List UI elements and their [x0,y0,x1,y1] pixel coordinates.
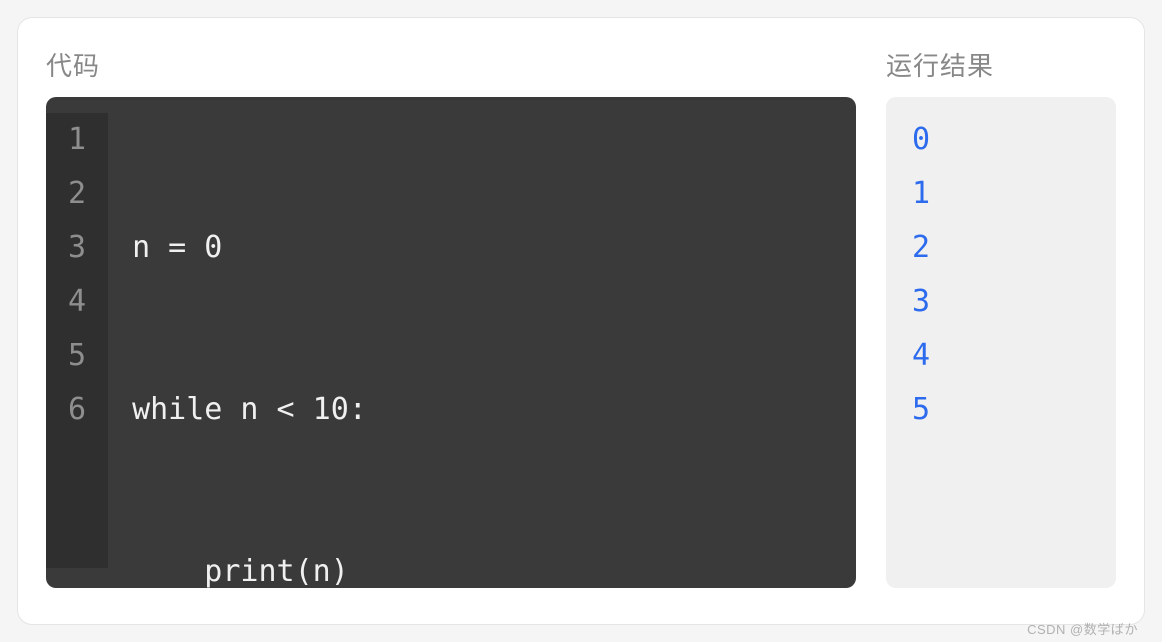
result-section: 运行结果 0 1 2 3 4 5 [886,46,1116,588]
line-number: 4 [68,275,86,329]
result-line: 5 [912,383,1090,437]
result-label: 运行结果 [886,46,1116,83]
code-line: print(n) [132,545,385,588]
result-line: 1 [912,167,1090,221]
card: 代码 1 2 3 4 5 6 n = 0 while n < 10: print… [18,18,1144,624]
line-number: 5 [68,329,86,383]
line-number: 2 [68,167,86,221]
code-section: 代码 1 2 3 4 5 6 n = 0 while n < 10: print… [46,46,856,588]
code-block: 1 2 3 4 5 6 n = 0 while n < 10: print(n)… [46,97,856,588]
result-block: 0 1 2 3 4 5 [886,97,1116,588]
line-number: 3 [68,221,86,275]
line-number-gutter: 1 2 3 4 5 6 [46,113,108,568]
result-line: 3 [912,275,1090,329]
line-number: 6 [68,383,86,437]
code-line: n = 0 [132,221,385,275]
code-label: 代码 [46,46,856,83]
watermark: CSDN @数学ばか [1027,619,1138,638]
line-number: 1 [68,113,86,167]
result-line: 2 [912,221,1090,275]
result-line: 0 [912,113,1090,167]
result-line: 4 [912,329,1090,383]
code-line: while n < 10: [132,383,385,437]
code-lines: n = 0 while n < 10: print(n) if n == 5: … [108,113,409,568]
